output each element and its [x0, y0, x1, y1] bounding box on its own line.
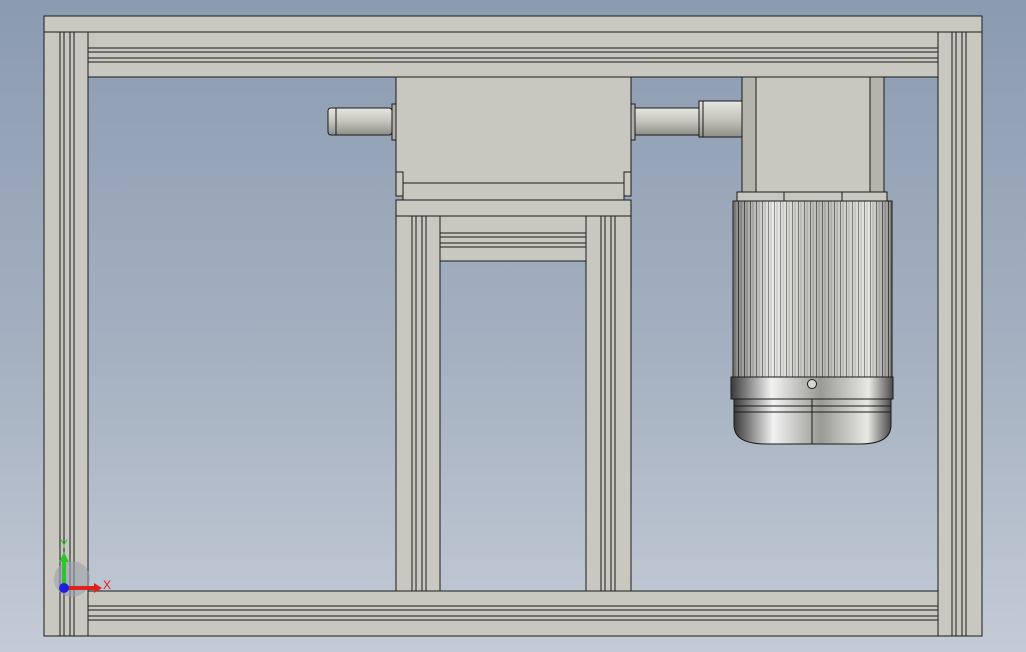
right-frame-post[interactable] — [937, 31, 983, 637]
motor-bolt — [807, 379, 817, 389]
support-stand[interactable] — [395, 199, 632, 592]
x-axis-label: X — [103, 578, 111, 592]
y-axis-label: Y — [60, 537, 68, 551]
top-frame-beam[interactable] — [43, 15, 983, 78]
cad-viewport[interactable]: X Y — [0, 0, 1026, 652]
bottom-frame-beam[interactable] — [87, 590, 939, 637]
electric-motor[interactable] — [730, 200, 894, 445]
gearbox[interactable] — [391, 76, 636, 201]
input-shaft[interactable] — [327, 107, 393, 136]
z-axis-dot — [59, 583, 69, 593]
output-shaft[interactable] — [634, 100, 743, 138]
motor-adapter[interactable] — [736, 76, 888, 202]
